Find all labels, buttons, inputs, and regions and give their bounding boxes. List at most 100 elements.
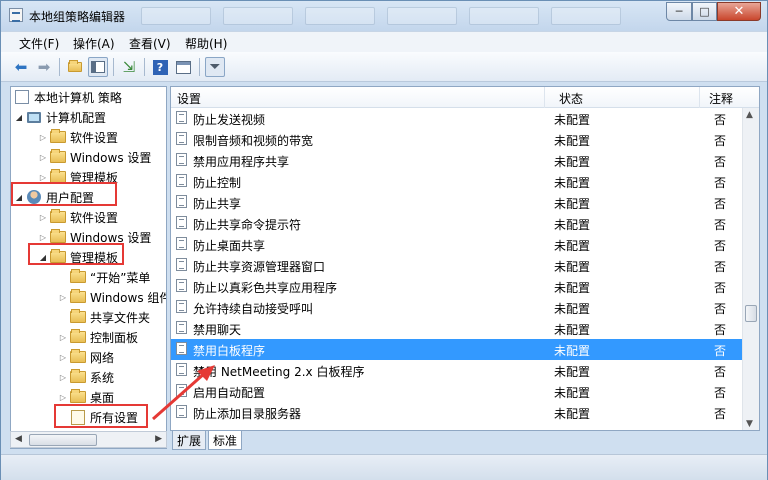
filter-icon[interactable]: ⏷ — [205, 57, 225, 77]
tree-item-shared-folders[interactable]: 共享文件夹 — [57, 307, 150, 327]
collapsed-arrow-icon[interactable]: ▷ — [57, 393, 69, 402]
setting-name: 防止共享命令提示符 — [193, 218, 302, 232]
setting-comment: 否 — [714, 323, 727, 337]
menu-view[interactable]: 查看(V) — [129, 35, 171, 52]
setting-state: 未配置 — [554, 344, 591, 358]
setting-name: 禁用白板程序 — [193, 344, 266, 358]
table-row[interactable]: 防止共享命令提示符 未配置 否 — [171, 213, 743, 234]
tree-item-uc-windows[interactable]: ▷ Windows 设置 — [37, 227, 151, 247]
menu-file[interactable]: 文件(F) — [19, 35, 59, 52]
toolbar-separator — [59, 58, 60, 76]
tree-item-root[interactable]: 本地计算机 策略 — [13, 87, 122, 107]
forward-arrow-icon[interactable]: ➡ — [34, 57, 54, 77]
table-row[interactable]: 允许持续自动接受呼叫 未配置 否 — [171, 297, 743, 318]
setting-comment: 否 — [714, 218, 727, 232]
expanded-arrow-icon[interactable]: ◢ — [13, 113, 25, 122]
column-setting[interactable]: 设置 — [177, 90, 201, 107]
tree-item-uc-admin[interactable]: ◢ 管理模板 — [37, 247, 118, 267]
back-arrow-icon[interactable]: ⬅ — [11, 57, 31, 77]
table-row[interactable]: 防止以真彩色共享应用程序 未配置 否 — [171, 276, 743, 297]
column-divider[interactable] — [699, 87, 700, 108]
scroll-left-icon[interactable]: ◀ — [15, 434, 22, 444]
table-row[interactable]: 禁用 NetMeeting 2.x 白板程序 未配置 否 — [171, 360, 743, 381]
column-state[interactable]: 状态 — [559, 90, 583, 107]
collapsed-arrow-icon[interactable]: ▷ — [57, 353, 69, 362]
close-button[interactable]: ✕ — [717, 2, 761, 21]
tree-pane: 本地计算机 策略 ◢ 计算机配置 ▷ 软件设置 ▷ Windows 设置 ▷ 管… — [10, 86, 167, 449]
menu-action[interactable]: 操作(A) — [73, 35, 115, 52]
table-row[interactable]: 防止桌面共享 未配置 否 — [171, 234, 743, 255]
tree-item-start-menu[interactable]: “开始”菜单 — [57, 267, 150, 287]
column-divider[interactable] — [544, 87, 545, 108]
scroll-right-icon[interactable]: ▶ — [155, 434, 162, 444]
tree-item-system[interactable]: ▷ 系统 — [57, 367, 114, 387]
setting-comment: 否 — [714, 239, 727, 253]
setting-state: 未配置 — [554, 176, 591, 190]
table-row[interactable]: 禁用聊天 未配置 否 — [171, 318, 743, 339]
column-comment[interactable]: 注释 — [709, 90, 733, 107]
scroll-thumb[interactable] — [745, 305, 757, 322]
tab-extended[interactable]: 扩展 — [172, 431, 207, 450]
minimize-button[interactable]: ─ — [666, 2, 692, 21]
table-row[interactable]: 禁用应用程序共享 未配置 否 — [171, 150, 743, 171]
background-taskbar-item — [387, 7, 457, 25]
collapsed-arrow-icon[interactable]: ▷ — [37, 233, 49, 242]
maximize-button[interactable]: □ — [692, 2, 717, 21]
expanded-arrow-icon[interactable]: ◢ — [13, 193, 25, 202]
up-folder-icon[interactable] — [65, 57, 85, 77]
collapsed-arrow-icon[interactable]: ▷ — [57, 373, 69, 382]
collapsed-arrow-icon[interactable]: ▷ — [57, 293, 69, 302]
folder-icon — [70, 289, 86, 303]
help-icon[interactable]: ? — [150, 57, 170, 77]
background-taskbar-item — [223, 7, 293, 25]
table-row[interactable]: 防止共享资源管理器窗口 未配置 否 — [171, 255, 743, 276]
collapsed-arrow-icon[interactable]: ▷ — [37, 213, 49, 222]
list-vertical-scrollbar[interactable]: ▲ ▼ — [742, 108, 759, 430]
tree-item-cc-admin[interactable]: ▷ 管理模板 — [37, 167, 118, 187]
tree-item-computer-config[interactable]: ◢ 计算机配置 — [13, 107, 106, 127]
tree-label: “开始”菜单 — [90, 270, 151, 285]
expanded-arrow-icon[interactable]: ◢ — [37, 253, 49, 262]
tree-item-control-panel[interactable]: ▷ 控制面板 — [57, 327, 138, 347]
background-taskbar-item — [551, 7, 621, 25]
tab-standard[interactable]: 标准 — [208, 431, 243, 450]
setting-comment: 否 — [714, 407, 727, 421]
collapsed-arrow-icon[interactable]: ▷ — [37, 133, 49, 142]
table-row[interactable]: 启用自动配置 未配置 否 — [171, 381, 743, 402]
policy-setting-icon — [176, 111, 187, 124]
table-row[interactable]: 防止添加目录服务器 未配置 否 — [171, 402, 743, 423]
table-row[interactable]: 禁用白板程序 未配置 否 — [171, 339, 743, 360]
tree-label: 计算机配置 — [46, 110, 107, 125]
scroll-thumb[interactable] — [29, 434, 97, 446]
export-list-icon[interactable]: ⇲ — [119, 57, 139, 77]
scroll-down-icon[interactable]: ▼ — [746, 419, 753, 429]
setting-name: 防止发送视频 — [193, 113, 266, 127]
tree-item-all-settings[interactable]: 所有设置 — [57, 407, 138, 427]
setting-state: 未配置 — [554, 218, 591, 232]
setting-name: 禁用应用程序共享 — [193, 155, 290, 169]
tree-item-desktop[interactable]: ▷ 桌面 — [57, 387, 114, 407]
tree-item-uc-software[interactable]: ▷ 软件设置 — [37, 207, 118, 227]
setting-state: 未配置 — [554, 197, 591, 211]
tree-item-windows-components[interactable]: ▷ Windows 组件 — [57, 287, 166, 307]
menu-help[interactable]: 帮助(H) — [185, 35, 227, 52]
table-row[interactable]: 防止共享 未配置 否 — [171, 192, 743, 213]
tree-item-network[interactable]: ▷ 网络 — [57, 347, 114, 367]
tree-horizontal-scrollbar[interactable]: ◀ ▶ — [10, 431, 167, 448]
collapsed-arrow-icon[interactable]: ▷ — [37, 173, 49, 182]
table-row[interactable]: 限制音频和视频的带宽 未配置 否 — [171, 129, 743, 150]
collapsed-arrow-icon[interactable]: ▷ — [37, 153, 49, 162]
tree-item-cc-software[interactable]: ▷ 软件设置 — [37, 127, 118, 147]
show-hide-tree-icon[interactable] — [88, 57, 108, 77]
table-row[interactable]: 防止控制 未配置 否 — [171, 171, 743, 192]
collapsed-arrow-icon[interactable]: ▷ — [57, 333, 69, 342]
properties-pane-icon[interactable] — [173, 57, 193, 77]
setting-comment: 否 — [714, 302, 727, 316]
folder-icon — [50, 229, 66, 243]
tree-item-cc-windows[interactable]: ▷ Windows 设置 — [37, 147, 151, 167]
toolbar-separator — [144, 58, 145, 76]
scroll-up-icon[interactable]: ▲ — [746, 110, 753, 120]
table-row[interactable]: 防止发送视频 未配置 否 — [171, 108, 743, 129]
setting-state: 未配置 — [554, 323, 591, 337]
tree-item-user-config[interactable]: ◢ 用户配置 — [13, 187, 94, 207]
